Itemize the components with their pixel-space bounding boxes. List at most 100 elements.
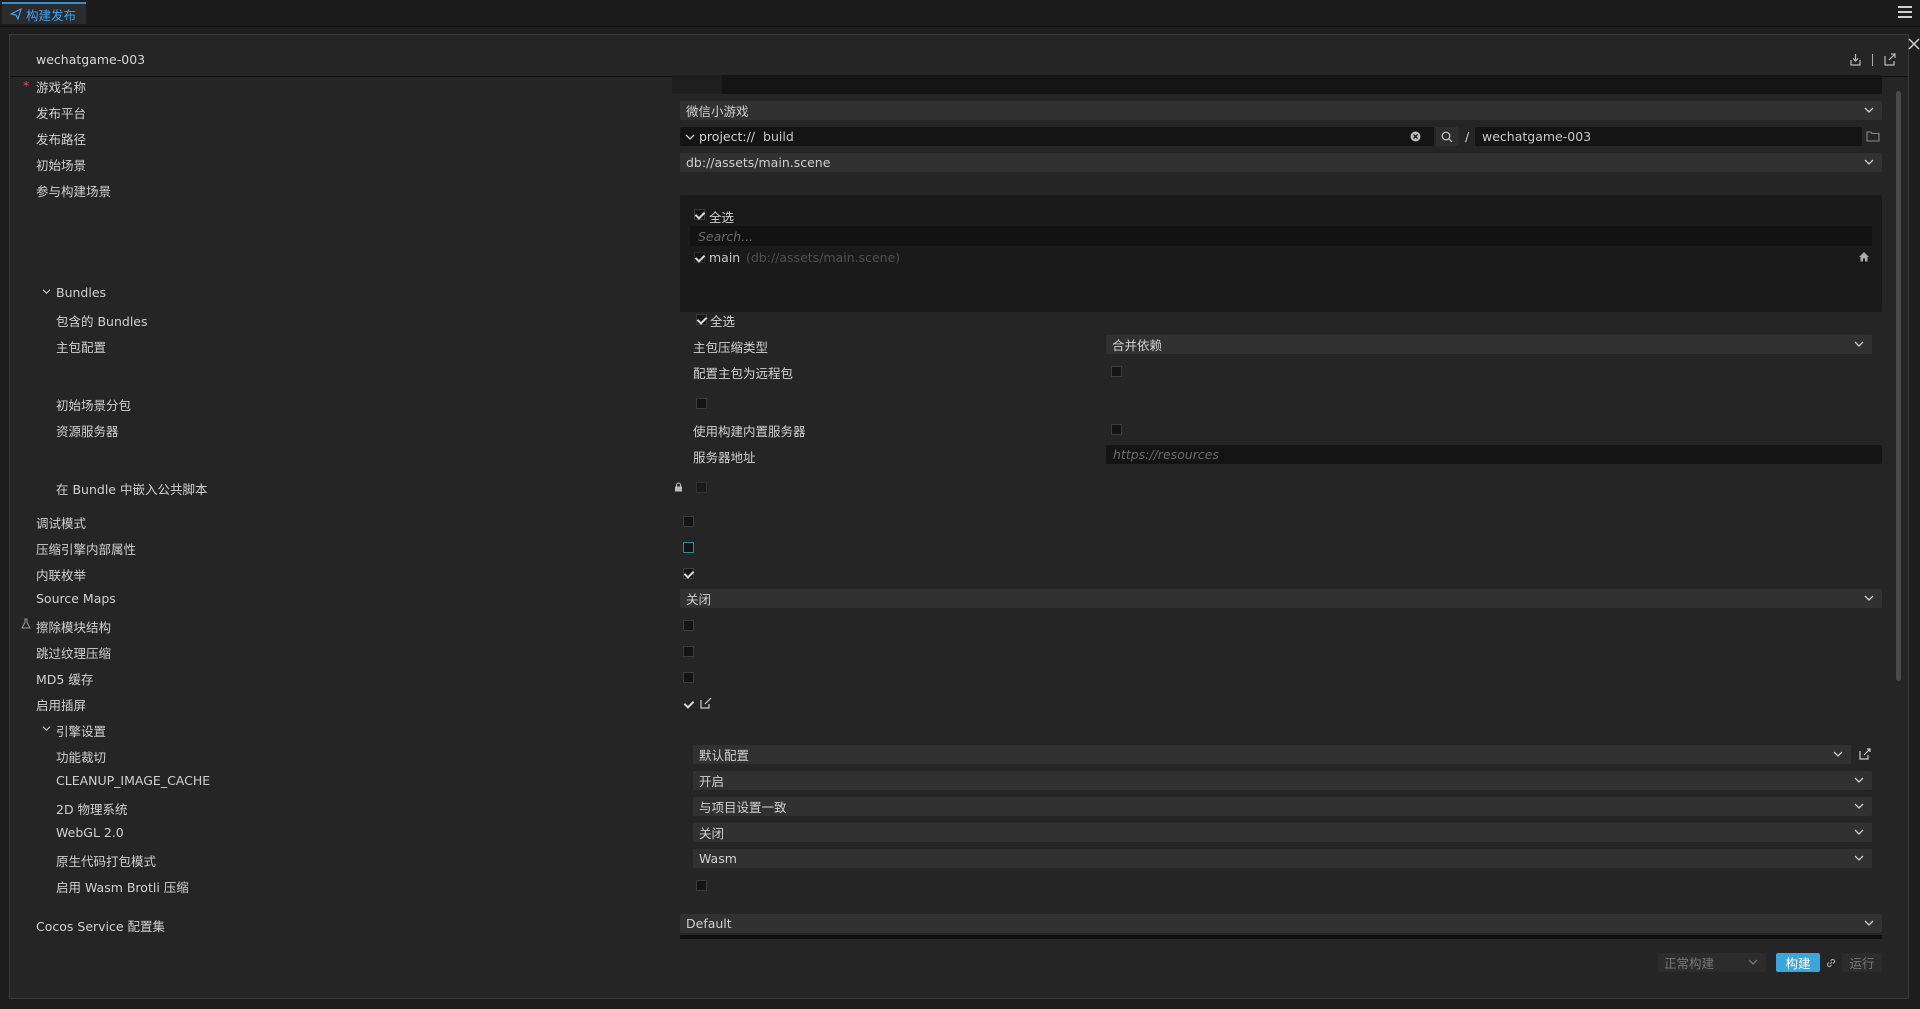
edit-icon[interactable]	[1859, 748, 1871, 760]
chevron-down-icon	[1854, 777, 1864, 783]
chevron-down-icon	[1748, 959, 1758, 965]
builtin-server-label: 使用构建内置服务器	[693, 424, 806, 439]
protocol-select[interactable]: project://	[699, 129, 755, 144]
chevron-down-icon	[1854, 341, 1864, 347]
build-path-value: build	[763, 129, 794, 144]
game-name-label: 游戏名称	[36, 80, 87, 95]
tab-build[interactable]: 构建发布	[2, 2, 86, 24]
search-path-button[interactable]	[1436, 127, 1458, 146]
game-name-prefix	[672, 75, 722, 94]
select-all-scenes-checkbox[interactable]	[694, 209, 705, 220]
chevron-down-icon	[1864, 595, 1874, 601]
mangle-label: 压缩引擎内部属性	[36, 542, 137, 557]
compress-type-select[interactable]: 合并依赖	[1106, 335, 1872, 354]
chevron-down-icon	[1854, 829, 1864, 835]
webgl2-label: WebGL 2.0	[56, 825, 124, 840]
erase-module-checkbox[interactable]	[683, 620, 694, 631]
start-scene-select[interactable]: db://assets/main.scene	[680, 153, 1882, 172]
native-code-select[interactable]: Wasm	[693, 849, 1872, 868]
wasm-brotli-checkbox[interactable]	[696, 880, 707, 891]
scene-search-input[interactable]: Search...	[690, 226, 1872, 246]
panel-scrollbar[interactable]	[1896, 91, 1901, 681]
flask-icon	[21, 618, 31, 629]
search-placeholder: Search...	[698, 228, 754, 244]
panel-title: wechatgame-003	[36, 52, 146, 67]
game-name-input[interactable]	[672, 75, 1882, 94]
export-icon[interactable]	[1883, 53, 1896, 66]
edit-icon[interactable]	[700, 697, 712, 709]
folder-icon[interactable]	[1866, 130, 1880, 142]
build-path-label: 发布路径	[36, 132, 87, 147]
physics-2d-label: 2D 物理系统	[56, 802, 128, 817]
server-address-input[interactable]: https://resources	[1106, 445, 1882, 464]
panel-header: wechatgame-003	[10, 35, 1908, 77]
remote-main-checkbox[interactable]	[1111, 366, 1122, 377]
cleanup-cache-label: CLEANUP_IMAGE_CACHE	[56, 773, 211, 788]
inline-enum-checkbox[interactable]	[683, 568, 694, 579]
build-button[interactable]: 构建	[1776, 953, 1820, 972]
build-path-input[interactable]: project:// build	[680, 127, 1434, 146]
import-icon[interactable]	[1849, 53, 1862, 66]
mangle-checkbox[interactable]	[683, 542, 694, 553]
splash-checkbox[interactable]	[683, 698, 694, 709]
server-address-label: 服务器地址	[693, 450, 756, 465]
scene-main-path: (db://assets/main.scene)	[746, 250, 901, 265]
search-icon	[1441, 131, 1453, 143]
bundles-section-label[interactable]: Bundles	[56, 285, 106, 300]
collapse-icon[interactable]	[42, 288, 51, 295]
builtin-server-checkbox[interactable]	[1111, 424, 1122, 435]
build-folder-input[interactable]: wechatgame-003	[1475, 127, 1862, 146]
platform-value: 微信小游戏	[686, 104, 749, 119]
skip-texture-checkbox[interactable]	[683, 646, 694, 657]
skip-texture-label: 跳过纹理压缩	[36, 646, 112, 661]
run-button-label: 运行	[1849, 956, 1875, 971]
run-button[interactable]: 运行	[1842, 953, 1882, 972]
scenes-label: 参与构建场景	[36, 184, 112, 199]
close-icon[interactable]	[1906, 36, 1920, 52]
build-mode-select[interactable]: 正常构建	[1658, 953, 1766, 972]
service-label: Cocos Service 配置集	[36, 919, 166, 934]
physics-2d-select[interactable]: 与项目设置一致	[693, 797, 1872, 816]
source-maps-value: 关闭	[686, 592, 712, 607]
start-scene-sub-checkbox[interactable]	[696, 398, 707, 409]
lock-icon	[675, 482, 682, 492]
remote-main-label: 配置主包为远程包	[693, 366, 794, 381]
service-value: Default	[686, 916, 732, 931]
md5-label: MD5 缓存	[36, 672, 94, 687]
chevron-down-icon	[1864, 107, 1874, 113]
engine-section-label[interactable]: 引擎设置	[56, 721, 106, 740]
service-detail-edge	[680, 935, 1882, 939]
bundles-select-all-label: 全选	[710, 314, 736, 329]
header-actions	[1849, 53, 1896, 66]
included-bundles-label: 包含的 Bundles	[56, 314, 148, 329]
webgl2-value: 关闭	[699, 826, 725, 841]
service-select[interactable]: Default	[680, 914, 1882, 933]
scene-main-name: main	[709, 250, 741, 265]
compress-type-label: 主包压缩类型	[693, 340, 769, 355]
chevron-down-icon	[1833, 751, 1843, 757]
link-icon[interactable]	[1825, 957, 1837, 969]
debug-checkbox[interactable]	[683, 516, 694, 527]
main-package-label: 主包配置	[56, 340, 107, 355]
splash-label: 启用插屏	[36, 698, 87, 713]
debug-label: 调试模式	[36, 516, 87, 531]
header-divider	[1872, 53, 1873, 66]
required-mark: *	[23, 78, 30, 93]
cleanup-cache-select[interactable]: 开启	[693, 771, 1872, 790]
scene-main-checkbox[interactable]	[694, 252, 705, 263]
home-icon[interactable]	[1858, 251, 1870, 262]
chevron-down-icon[interactable]	[685, 133, 695, 141]
start-scene-sub-label: 初始场景分包	[56, 398, 132, 413]
clear-icon[interactable]	[1410, 131, 1421, 142]
source-maps-select[interactable]: 关闭	[680, 589, 1882, 608]
md5-checkbox[interactable]	[683, 672, 694, 683]
menu-icon[interactable]	[1898, 6, 1912, 18]
platform-select[interactable]: 微信小游戏	[680, 101, 1882, 120]
send-icon	[10, 8, 22, 20]
webgl2-select[interactable]: 关闭	[693, 823, 1872, 842]
collapse-icon[interactable]	[42, 725, 51, 732]
feature-cut-select[interactable]: 默认配置	[693, 745, 1851, 764]
chevron-down-icon	[1864, 159, 1874, 165]
embed-script-checkbox[interactable]	[696, 482, 707, 493]
bundles-select-all-checkbox[interactable]	[696, 314, 707, 325]
